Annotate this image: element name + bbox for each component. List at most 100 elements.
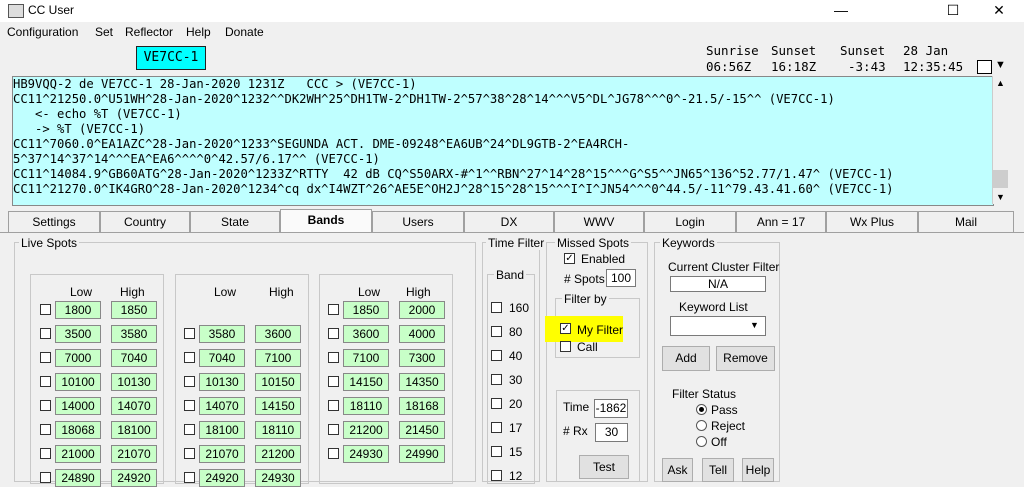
time-filter-band-checkbox[interactable] (491, 470, 502, 481)
close-button[interactable]: ✕ (976, 0, 1022, 22)
tab-country[interactable]: Country (100, 211, 190, 232)
time-filter-band-checkbox[interactable] (491, 302, 502, 313)
menu-help[interactable]: Help (186, 25, 211, 39)
band-enable-checkbox[interactable] (328, 352, 339, 363)
time-filter-band-checkbox[interactable] (491, 446, 502, 457)
band-low-input[interactable]: 21000 (55, 445, 101, 463)
band-low-input[interactable]: 7040 (199, 349, 245, 367)
band-enable-checkbox[interactable] (184, 424, 195, 435)
rx-input[interactable]: 30 (595, 423, 628, 442)
band-enable-checkbox[interactable] (328, 448, 339, 459)
band-low-input[interactable]: 18068 (55, 421, 101, 439)
time-filter-band-checkbox[interactable] (491, 398, 502, 409)
band-enable-checkbox[interactable] (40, 424, 51, 435)
band-enable-checkbox[interactable] (184, 400, 195, 411)
ask-button[interactable]: Ask (662, 458, 693, 482)
minimize-button[interactable]: — (818, 0, 864, 22)
time-filter-band-checkbox[interactable] (491, 326, 502, 337)
band-high-input[interactable]: 3600 (255, 325, 301, 343)
band-high-input[interactable]: 21070 (111, 445, 157, 463)
menu-set[interactable]: Set (95, 25, 113, 39)
band-low-input[interactable]: 3500 (55, 325, 101, 343)
menu-reflector[interactable]: Reflector (125, 25, 173, 39)
band-high-input[interactable]: 18168 (399, 397, 445, 415)
time-filter-band-checkbox[interactable] (491, 374, 502, 385)
band-low-input[interactable]: 18100 (199, 421, 245, 439)
tab-mail[interactable]: Mail (918, 211, 1014, 232)
band-enable-checkbox[interactable] (328, 376, 339, 387)
add-keyword-button[interactable]: Add (662, 346, 710, 371)
callsign-button[interactable]: VE7CC-1 (136, 46, 206, 70)
band-high-input[interactable]: 3580 (111, 325, 157, 343)
band-enable-checkbox[interactable] (40, 376, 51, 387)
tab-settings[interactable]: Settings (8, 211, 100, 232)
cluster-terminal[interactable]: HB9VQQ-2 de VE7CC-1 28-Jan-2020 1231Z CC… (12, 76, 994, 206)
tab-users[interactable]: Users (372, 211, 464, 232)
time-filter-band-checkbox[interactable] (491, 350, 502, 361)
band-low-input[interactable]: 24930 (343, 445, 389, 463)
tab-wwv[interactable]: WWV (554, 211, 644, 232)
tab-login[interactable]: Login (644, 211, 736, 232)
band-enable-checkbox[interactable] (328, 424, 339, 435)
band-low-input[interactable]: 7000 (55, 349, 101, 367)
enabled-checkbox[interactable]: ✓ (564, 253, 575, 264)
band-low-input[interactable]: 14150 (343, 373, 389, 391)
band-low-input[interactable]: 3580 (199, 325, 245, 343)
band-enable-checkbox[interactable] (40, 400, 51, 411)
test-button[interactable]: Test (579, 455, 629, 479)
band-low-input[interactable]: 24890 (55, 469, 101, 487)
reject-radio[interactable] (696, 420, 707, 431)
scroll-down-icon[interactable]: ▼ (996, 192, 1005, 202)
band-enable-checkbox[interactable] (328, 328, 339, 339)
band-high-input[interactable]: 21450 (399, 421, 445, 439)
band-high-input[interactable]: 7300 (399, 349, 445, 367)
band-low-input[interactable]: 21070 (199, 445, 245, 463)
menu-configuration[interactable]: Configuration (7, 25, 78, 39)
restore-icon[interactable] (977, 60, 992, 74)
help-button[interactable]: Help (742, 458, 774, 482)
tell-button[interactable]: Tell (702, 458, 734, 482)
arrow-down-icon[interactable]: ▼ (995, 59, 1006, 71)
band-low-input[interactable]: 18110 (343, 397, 389, 415)
band-high-input[interactable]: 24930 (255, 469, 301, 487)
band-low-input[interactable]: 24920 (199, 469, 245, 487)
band-low-input[interactable]: 14000 (55, 397, 101, 415)
band-enable-checkbox[interactable] (40, 352, 51, 363)
tab-bands[interactable]: Bands (280, 209, 372, 233)
tab-state[interactable]: State (190, 211, 280, 232)
band-high-input[interactable]: 7100 (255, 349, 301, 367)
band-low-input[interactable]: 10130 (199, 373, 245, 391)
band-low-input[interactable]: 7100 (343, 349, 389, 367)
band-high-input[interactable]: 14350 (399, 373, 445, 391)
band-low-input[interactable]: 21200 (343, 421, 389, 439)
band-high-input[interactable]: 7040 (111, 349, 157, 367)
band-enable-checkbox[interactable] (328, 304, 339, 315)
tab-dx[interactable]: DX (464, 211, 554, 232)
band-low-input[interactable]: 1850 (343, 301, 389, 319)
band-high-input[interactable]: 10150 (255, 373, 301, 391)
band-low-input[interactable]: 1800 (55, 301, 101, 319)
band-enable-checkbox[interactable] (328, 400, 339, 411)
band-high-input[interactable]: 4000 (399, 325, 445, 343)
band-enable-checkbox[interactable] (40, 304, 51, 315)
band-high-input[interactable]: 24920 (111, 469, 157, 487)
band-high-input[interactable]: 14070 (111, 397, 157, 415)
chevron-down-icon[interactable]: ▼ (750, 320, 759, 330)
scroll-up-icon[interactable]: ▲ (996, 78, 1005, 88)
remove-keyword-button[interactable]: Remove (716, 346, 775, 371)
band-enable-checkbox[interactable] (184, 328, 195, 339)
band-high-input[interactable]: 14150 (255, 397, 301, 415)
call-checkbox[interactable] (560, 341, 571, 352)
time-input[interactable]: -1862 (594, 399, 628, 418)
my-filter-checkbox[interactable]: ✓ (560, 323, 571, 334)
band-low-input[interactable]: 10100 (55, 373, 101, 391)
off-radio[interactable] (696, 436, 707, 447)
time-filter-band-checkbox[interactable] (491, 422, 502, 433)
band-enable-checkbox[interactable] (40, 328, 51, 339)
band-low-input[interactable]: 14070 (199, 397, 245, 415)
band-high-input[interactable]: 2000 (399, 301, 445, 319)
band-enable-checkbox[interactable] (184, 352, 195, 363)
scroll-thumb[interactable] (993, 170, 1008, 188)
menu-donate[interactable]: Donate (225, 25, 264, 39)
band-high-input[interactable]: 18100 (111, 421, 157, 439)
